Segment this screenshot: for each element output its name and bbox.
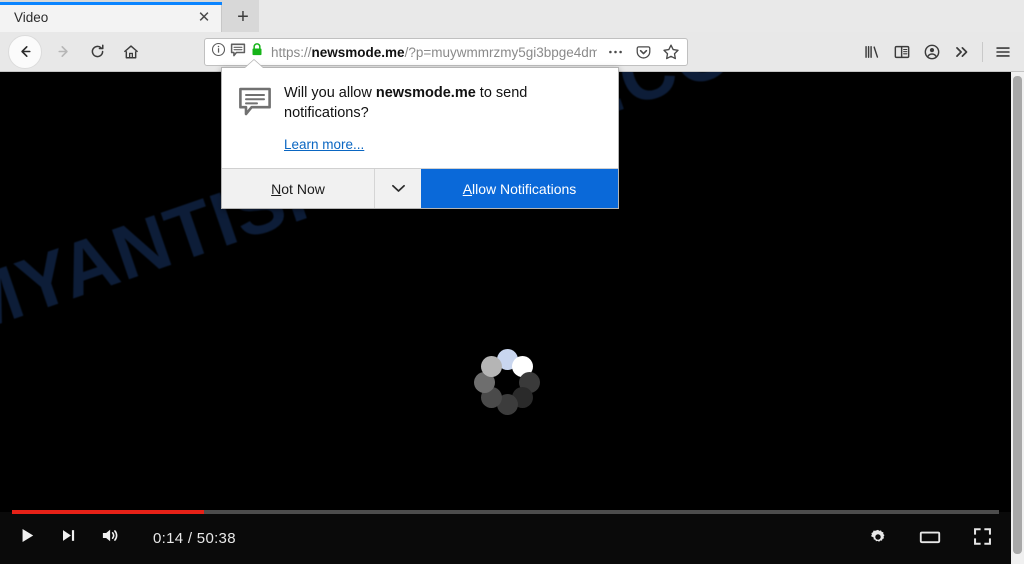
url-host: newsmode.me [311,44,405,60]
star-icon[interactable] [659,39,683,65]
spinner-dot [480,355,502,377]
not-now-accesskey: N [271,180,282,197]
learn-more-link[interactable]: Learn more... [284,137,364,152]
url-bar-actions [597,39,683,65]
speech-bubble-icon[interactable] [230,42,246,63]
browser-window: Video ✕ + https://newsmode.me/?p=muywmmr… [0,0,1024,564]
loading-spinner [474,349,540,415]
toolbar-divider [982,42,983,62]
tab-video[interactable]: Video ✕ [0,2,222,32]
info-circle-icon[interactable] [211,42,226,62]
tab-strip: Video ✕ + [0,0,1024,32]
tab-active-accent [0,2,222,5]
question-host: newsmode.me [375,85,476,101]
play-icon[interactable] [18,526,37,550]
player-controls: 0:14 / 50:38 [0,510,1011,564]
reload-icon[interactable] [80,35,114,69]
page-scrollbar[interactable] [1011,72,1024,564]
doorhanger-body: Will you allow newsmode.me to send notif… [222,68,618,168]
progress-bar-track[interactable] [12,510,999,514]
permission-question: Will you allow newsmode.me to send notif… [284,84,602,123]
padlock-icon[interactable] [250,42,264,62]
browser-toolbar-actions [857,38,1018,66]
home-icon[interactable] [114,35,148,69]
url-path: /?p=muywmmrzmy5gi3bpge4dmoa& [404,44,625,60]
doorhanger-arrow [245,60,263,68]
player-controls-right [868,526,993,552]
library-icon[interactable] [857,38,887,66]
player-controls-left: 0:14 / 50:38 [18,526,236,550]
doorhanger-footer: Not Now Allow Notifications [222,168,618,209]
time-display: 0:14 / 50:38 [153,529,236,547]
gear-icon[interactable] [868,527,888,552]
chevron-down-icon[interactable] [374,169,421,209]
volume-icon[interactable] [100,526,121,550]
doorhanger-text: Will you allow newsmode.me to send notif… [276,84,602,154]
tab-title: Video [14,9,49,25]
not-now-button[interactable]: Not Now [222,169,374,208]
allow-accesskey: A [462,180,473,197]
url-bar[interactable]: https://newsmode.me/?p=muywmmrzmy5gi3bpg… [204,38,688,66]
sidebar-icon[interactable] [887,38,917,66]
scrollbar-thumb[interactable] [1013,76,1022,554]
allow-notifications-button[interactable]: Allow Notifications [421,169,618,209]
fullscreen-icon[interactable] [972,526,993,552]
arrow-right-icon [46,35,80,69]
next-track-icon[interactable] [59,526,78,550]
plus-icon[interactable]: + [228,2,258,32]
ellipsis-icon[interactable] [603,39,627,65]
close-icon[interactable]: ✕ [193,6,215,28]
theater-mode-icon[interactable] [918,527,942,552]
speech-bubble-icon [238,84,276,154]
pocket-icon[interactable] [631,39,655,65]
progress-bar-fill [12,510,205,514]
hamburger-menu-icon[interactable] [988,38,1018,66]
not-now-label-rest: ot Now [281,180,325,197]
arrow-left-icon[interactable] [8,34,42,69]
chevron-double-right-icon[interactable] [947,38,977,66]
url-scheme: https:// [271,44,312,60]
url-text: https://newsmode.me/?p=muywmmrzmy5gi3bpg… [271,45,624,60]
question-prefix: Will you allow [284,85,376,101]
account-icon[interactable] [917,38,947,66]
notification-permission-popup: Will you allow newsmode.me to send notif… [221,67,619,210]
browser-chrome: Video ✕ + https://newsmode.me/?p=muywmmr… [0,0,1024,72]
allow-label-rest: llow Notifications [472,180,577,197]
tab-strip-empty-area [259,0,1024,32]
